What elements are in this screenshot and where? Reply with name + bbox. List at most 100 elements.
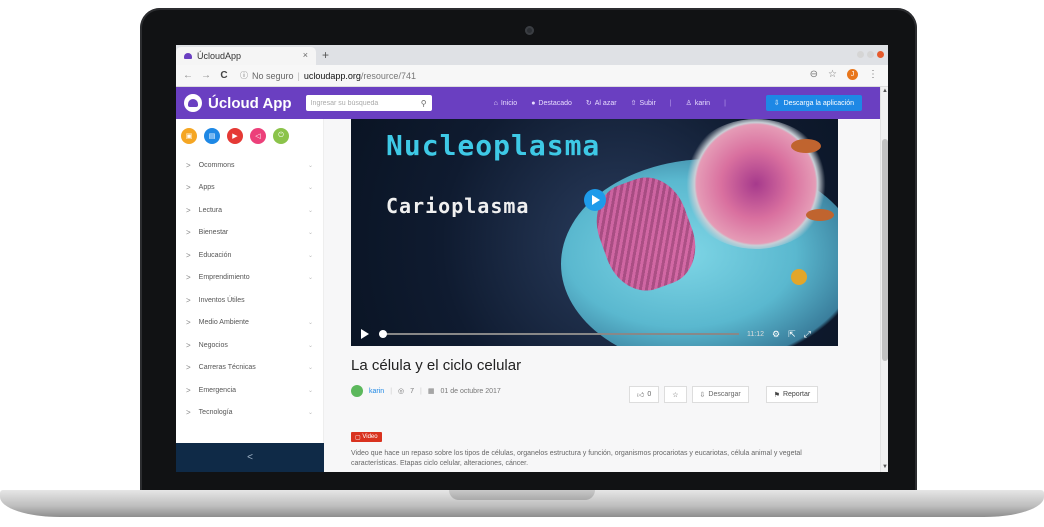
user-icon: ♙ <box>685 100 692 107</box>
sidebar-item-educacion[interactable]: > Educación ⌄ <box>176 244 323 267</box>
image-icon[interactable]: ▣ <box>181 128 197 144</box>
tab-title: ÚcloudApp <box>197 51 242 61</box>
app-header: Úcloud App Ingresar su búsqueda ⚲ ⌂ Inici… <box>176 87 880 119</box>
menu-item-subir[interactable]: ⇧ Subir <box>631 99 656 108</box>
menu-item-al-azar[interactable]: ↻ Al azar <box>586 99 617 108</box>
video-controls: 11:12 ⚙ ⇱ ⤢ <box>351 322 838 346</box>
menu-divider: | <box>724 99 726 107</box>
video-overlay-subtitle: Carioplasma <box>386 194 530 218</box>
close-window-button[interactable] <box>877 51 884 58</box>
view-count: 7 <box>410 387 415 395</box>
profile-avatar[interactable]: J <box>847 69 858 80</box>
star-icon: ☆ <box>672 391 679 399</box>
chevron-right-icon: > <box>186 340 191 350</box>
scroll-down-icon[interactable]: ▼ <box>882 464 888 470</box>
zoom-icon[interactable]: ⊖ <box>810 69 818 80</box>
play-overlay-icon[interactable] <box>584 189 606 211</box>
sidebar-item-negocios[interactable]: > Negocios ⌄ <box>176 334 323 357</box>
external-link-icon[interactable]: ⇱ <box>788 329 796 340</box>
main-content: Nucleoplasma Carioplasma 11:12 ⚙ ⇱ ⤢ La … <box>324 119 880 472</box>
avatar[interactable] <box>351 385 363 397</box>
menu-label: Subir <box>639 99 656 107</box>
reload-button[interactable]: C <box>218 70 230 81</box>
sidebar-item-label: Emprendimiento <box>198 274 250 282</box>
camera-icon <box>525 26 534 35</box>
chevron-down-icon: ⌄ <box>307 275 313 282</box>
chevron-right-icon: > <box>186 183 191 193</box>
sidebar-nav: > Ocommons ⌄ > Apps ⌄ > Lectura ⌄ > Bienestar ⌄ … <box>176 154 323 424</box>
chevron-down-icon: ⌄ <box>307 342 313 349</box>
scroll-up-icon[interactable]: ▲ <box>882 88 888 94</box>
sidebar-item-inventos-utiles[interactable]: > Inventos Útiles <box>176 289 323 312</box>
tab-close-icon[interactable]: × <box>303 50 308 60</box>
like-button[interactable]: 👍︎ 0 <box>629 386 660 403</box>
report-button[interactable]: ⚑ Reportar <box>765 386 819 403</box>
sidebar-item-label: Tecnología <box>198 409 233 417</box>
sidebar-item-label: Educación <box>198 251 232 259</box>
sidebar-item-tecnologia[interactable]: > Tecnología ⌄ <box>176 402 323 425</box>
menu-item-destacado[interactable]: ● Destacado <box>531 100 572 107</box>
video-overlay-title: Nucleoplasma <box>386 129 601 162</box>
favorite-button[interactable]: ☆ <box>664 386 687 403</box>
home-icon: ⌂ <box>493 99 498 107</box>
sidebar-item-emprendimiento[interactable]: > Emprendimiento ⌄ <box>176 267 323 290</box>
app-logo-text[interactable]: Úcloud App <box>208 95 292 112</box>
sidebar-item-carreras-tecnicas[interactable]: > Carreras Técnicas ⌄ <box>176 357 323 380</box>
download-app-label: Descarga la aplicación <box>783 99 854 107</box>
sidebar-item-emergencia[interactable]: > Emergencia ⌄ <box>176 379 323 402</box>
author-link[interactable]: karin <box>369 388 384 395</box>
forward-button[interactable]: → <box>200 70 212 81</box>
sidebar-collapse-button[interactable]: < <box>176 443 324 472</box>
settings-gear-icon[interactable]: ⚙ <box>772 329 780 340</box>
sidebar-item-medio-ambiente[interactable]: > Medio Ambiente ⌄ <box>176 312 323 335</box>
power-icon[interactable]: ⏻ <box>273 128 289 144</box>
category-buttons: ▣ ▤ ▶ ◁ ⏻ <box>176 119 323 144</box>
sidebar-item-label: Medio Ambiente <box>198 319 249 327</box>
video-player[interactable]: Nucleoplasma Carioplasma 11:12 ⚙ ⇱ ⤢ <box>351 119 838 346</box>
menu-item-user[interactable]: ♙ karin <box>685 99 710 108</box>
sidebar-item-label: Lectura <box>198 206 223 214</box>
sidebar-item-lectura[interactable]: > Lectura ⌄ <box>176 199 323 222</box>
minimize-button[interactable] <box>857 51 864 58</box>
browser-menu-icon[interactable]: ⋮ <box>868 69 878 80</box>
scrollbar-thumb[interactable] <box>882 139 888 361</box>
fullscreen-icon[interactable]: ⤢ <box>804 329 811 340</box>
publish-date: 01 de octubre 2017 <box>440 387 501 395</box>
sidebar-item-label: Carreras Técnicas <box>198 364 256 372</box>
sidebar-item-ocommons[interactable]: > Ocommons ⌄ <box>176 154 323 177</box>
sidebar-item-label: Ocommons <box>198 161 235 169</box>
sidebar-item-apps[interactable]: > Apps ⌄ <box>176 177 323 200</box>
mitochondria-illustration <box>791 139 821 153</box>
play-icon[interactable] <box>361 329 369 339</box>
address-bar[interactable]: ⓘ No seguro | ucloudapp.org /resource/74… <box>240 70 416 81</box>
video-progress-bar[interactable] <box>379 330 739 338</box>
chevron-right-icon: > <box>186 295 191 305</box>
download-app-button[interactable]: ⇩ Descarga la aplicación <box>765 95 862 111</box>
chevron-down-icon: ⌄ <box>307 365 313 372</box>
search-input[interactable]: Ingresar su búsqueda ⚲ <box>305 95 432 111</box>
document-icon[interactable]: ▤ <box>204 128 220 144</box>
chevron-right-icon: > <box>186 228 191 238</box>
menu-item-inicio[interactable]: ⌂ Inicio <box>494 100 518 107</box>
page-scrollbar[interactable]: ▲ ▼ <box>880 87 888 472</box>
browser-toolbar: ← → C ⓘ No seguro | ucloudapp.org /resou… <box>176 65 888 87</box>
progress-knob[interactable] <box>379 330 387 338</box>
new-tab-button[interactable]: + <box>322 48 329 62</box>
app-logo-icon[interactable] <box>184 94 202 112</box>
download-button[interactable]: ⇩ Descargar <box>691 386 749 403</box>
laptop-notch <box>449 490 595 500</box>
video-icon[interactable]: ▶ <box>227 128 243 144</box>
meta-divider: | <box>390 387 393 395</box>
browser-tab[interactable]: ÚcloudApp × <box>176 47 316 65</box>
chevron-down-icon: ⌄ <box>307 387 313 394</box>
chevron-down-icon: ⌄ <box>307 410 313 417</box>
chevron-down-icon: ⌄ <box>307 162 313 169</box>
search-icon[interactable]: ⚲ <box>421 99 427 108</box>
audio-icon[interactable]: ◁ <box>250 128 266 144</box>
bookmark-star-icon[interactable]: ☆ <box>828 69 837 80</box>
menu-divider: | <box>669 99 672 107</box>
maximize-button[interactable] <box>867 51 874 58</box>
chevron-right-icon: > <box>186 250 191 260</box>
back-button[interactable]: ← <box>182 70 194 81</box>
sidebar-item-bienestar[interactable]: > Bienestar ⌄ <box>176 222 323 245</box>
